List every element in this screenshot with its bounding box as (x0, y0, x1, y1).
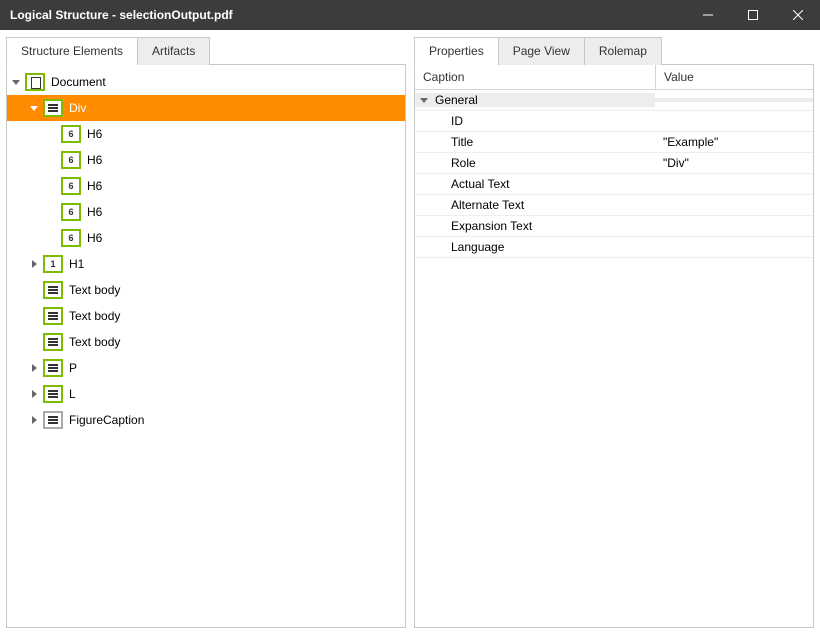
node-label: H6 (85, 205, 102, 219)
tree-node-p[interactable]: P (7, 355, 405, 381)
tree-node-text-body[interactable]: Text body (7, 303, 405, 329)
header-value: Value (655, 65, 813, 89)
chevron-down-icon (417, 93, 431, 107)
minimize-button[interactable] (685, 0, 730, 30)
property-value[interactable] (655, 182, 813, 186)
right-tab-properties[interactable]: Properties (414, 37, 499, 65)
property-row-language[interactable]: Language (415, 237, 813, 258)
expander-icon[interactable] (27, 361, 41, 375)
node-type-icon (43, 385, 63, 403)
node-type-icon (43, 333, 63, 351)
expander-icon[interactable] (27, 101, 41, 115)
node-type-icon: 6 (61, 177, 81, 195)
tree-node-div[interactable]: Div (7, 95, 405, 121)
property-caption: ID (415, 114, 655, 128)
property-value[interactable]: "Div" (655, 154, 813, 172)
node-label: H6 (85, 153, 102, 167)
tree-node-document[interactable]: Document (7, 69, 405, 95)
tree-node-h6[interactable]: 6 H6 (7, 173, 405, 199)
node-type-icon: 6 (61, 151, 81, 169)
close-button[interactable] (775, 0, 820, 30)
tree-node-h6[interactable]: 6 H6 (7, 121, 405, 147)
maximize-icon (748, 10, 758, 20)
property-caption: Actual Text (415, 177, 655, 191)
right-tab-rolemap[interactable]: Rolemap (584, 37, 662, 65)
node-label: Text body (67, 335, 120, 349)
tree-node-l[interactable]: L (7, 381, 405, 407)
tree-node-h6[interactable]: 6 H6 (7, 225, 405, 251)
properties-table[interactable]: Caption Value GeneralIDTitle"Example"Rol… (414, 65, 814, 628)
property-row-actual-text[interactable]: Actual Text (415, 174, 813, 195)
property-caption: Alternate Text (415, 198, 655, 212)
node-type-icon: 6 (61, 125, 81, 143)
property-value[interactable] (655, 224, 813, 228)
node-label: P (67, 361, 77, 375)
node-label: Div (67, 101, 86, 115)
node-type-icon (25, 73, 45, 91)
node-label: Text body (67, 283, 120, 297)
expander-icon[interactable] (27, 387, 41, 401)
node-type-icon: 6 (61, 203, 81, 221)
node-label: FigureCaption (67, 413, 144, 427)
property-value[interactable] (655, 203, 813, 207)
property-row-id[interactable]: ID (415, 111, 813, 132)
node-label: L (67, 387, 76, 401)
left-tab-artifacts[interactable]: Artifacts (137, 37, 210, 65)
maximize-button[interactable] (730, 0, 775, 30)
node-label: H6 (85, 179, 102, 193)
property-row-expansion-text[interactable]: Expansion Text (415, 216, 813, 237)
expander-icon[interactable] (27, 257, 41, 271)
right-tab-page-view[interactable]: Page View (498, 37, 585, 65)
property-caption: Expansion Text (415, 219, 655, 233)
property-value[interactable] (655, 119, 813, 123)
tree-node-figurecaption[interactable]: FigureCaption (7, 407, 405, 433)
group-label: General (435, 93, 478, 107)
node-label: H6 (85, 231, 102, 245)
left-tabs: Structure ElementsArtifacts (6, 36, 406, 65)
minimize-icon (703, 10, 713, 20)
tree-node-h6[interactable]: 6 H6 (7, 199, 405, 225)
property-caption: Title (415, 135, 655, 149)
property-caption: Language (415, 240, 655, 254)
node-label: Text body (67, 309, 120, 323)
node-type-icon (43, 359, 63, 377)
property-row-role[interactable]: Role"Div" (415, 153, 813, 174)
node-label: Document (49, 75, 106, 89)
left-tab-structure-elements[interactable]: Structure Elements (6, 37, 138, 65)
node-type-icon (43, 411, 63, 429)
expander-icon[interactable] (27, 413, 41, 427)
titlebar: Logical Structure - selectionOutput.pdf (0, 0, 820, 30)
node-label: H1 (67, 257, 84, 271)
tree-node-text-body[interactable]: Text body (7, 277, 405, 303)
tree-node-h6[interactable]: 6 H6 (7, 147, 405, 173)
property-value[interactable] (655, 245, 813, 249)
property-row-alternate-text[interactable]: Alternate Text (415, 195, 813, 216)
node-label: H6 (85, 127, 102, 141)
right-tabs: PropertiesPage ViewRolemap (414, 36, 814, 65)
node-type-icon: 6 (61, 229, 81, 247)
properties-header: Caption Value (415, 65, 813, 90)
tree-node-text-body[interactable]: Text body (7, 329, 405, 355)
property-row-title[interactable]: Title"Example" (415, 132, 813, 153)
header-caption: Caption (415, 65, 655, 89)
properties-panel: PropertiesPage ViewRolemap Caption Value… (414, 36, 814, 628)
node-type-icon (43, 307, 63, 325)
close-icon (793, 10, 803, 20)
property-value[interactable]: "Example" (655, 133, 813, 151)
node-type-icon (43, 281, 63, 299)
structure-panel: Structure ElementsArtifacts Document Div 6… (6, 36, 406, 628)
node-type-icon: 1 (43, 255, 63, 273)
window-title: Logical Structure - selectionOutput.pdf (10, 8, 685, 22)
tree-node-h1[interactable]: 1 H1 (7, 251, 405, 277)
expander-icon[interactable] (9, 75, 23, 89)
node-type-icon (43, 99, 63, 117)
property-caption: Role (415, 156, 655, 170)
structure-tree[interactable]: Document Div 6 H6 6 H6 6 H6 6 H6 6 H6 1 H1 Text body Te… (6, 65, 406, 628)
property-group-general[interactable]: General (415, 90, 813, 111)
